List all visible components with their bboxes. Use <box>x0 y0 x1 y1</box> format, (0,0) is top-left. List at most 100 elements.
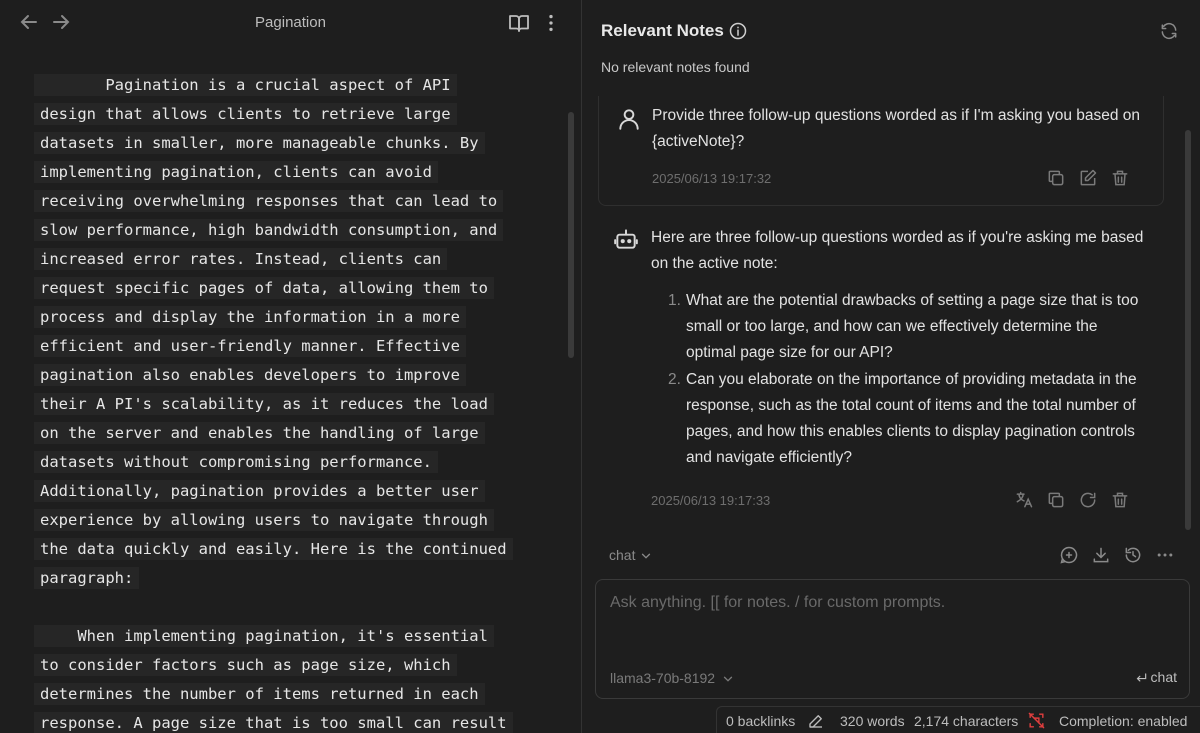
editor-line-text: When implementing pagination, it's essen… <box>34 625 494 647</box>
download-icon[interactable] <box>1091 545 1111 565</box>
editor-line-text: request specific pages of data, allowing… <box>34 277 494 299</box>
editor-line-text: determines the number of items returned … <box>34 683 485 705</box>
more-horizontal-icon[interactable] <box>1155 545 1175 565</box>
user-icon <box>619 109 639 130</box>
copy-icon[interactable] <box>1046 168 1066 188</box>
new-chat-icon[interactable] <box>1059 545 1079 565</box>
list-item-number: 2. <box>668 371 681 388</box>
editor-line: request specific pages of data, allowing… <box>34 274 534 303</box>
assistant-message: Here are three follow-up questions worde… <box>598 222 1164 527</box>
send-button[interactable]: chat <box>1134 669 1177 685</box>
copilot-pane: Relevant Notes No relevant notes found P… <box>582 0 1200 733</box>
user-message-timestamp: 2025/06/13 19:17:32 <box>652 171 772 186</box>
editor-line-text: increased error rates. Instead, clients … <box>34 248 448 270</box>
editor-line: paragraph: <box>34 564 534 593</box>
editor-line-text: pagination also enables developers to im… <box>34 364 466 386</box>
editor-line: implementing pagination, clients can avo… <box>34 158 534 187</box>
info-icon[interactable] <box>728 21 748 41</box>
editor-line: process and display the information in a… <box>34 303 534 332</box>
paragraph-2: When implementing pagination, it's essen… <box>34 622 534 733</box>
pencil-icon[interactable] <box>807 712 825 730</box>
edit-icon[interactable] <box>1078 168 1098 188</box>
list-item: 2. Can you elaborate on the importance of… <box>668 367 1148 471</box>
editor-content[interactable]: Pagination is a crucial aspect of API des… <box>0 44 570 733</box>
chat-input[interactable] <box>610 594 1170 654</box>
chat-mode-select[interactable]: chat <box>609 547 653 563</box>
editor-line-text: receiving overwhelming responses that ca… <box>34 190 504 212</box>
more-vertical-icon[interactable] <box>540 11 562 35</box>
editor-line-text: response. A page size that is too small … <box>34 712 513 733</box>
editor-line-text: their A PI's scalability, as it reduces … <box>34 393 494 415</box>
regenerate-icon[interactable] <box>1078 490 1098 510</box>
editor-line: datasets without compromising performanc… <box>34 448 534 477</box>
word-count: 320 words <box>840 713 905 729</box>
assistant-message-intro: Here are three follow-up questions worde… <box>651 229 1144 272</box>
book-open-icon[interactable] <box>507 11 531 35</box>
chat-messages: Provide three follow-up questions worded… <box>582 96 1200 530</box>
copy-icon[interactable] <box>1046 490 1066 510</box>
backlinks-count[interactable]: 0 backlinks <box>726 713 795 729</box>
model-select[interactable]: llama3-70b-8192 <box>610 670 735 686</box>
editor-line: their A PI's scalability, as it reduces … <box>34 390 534 419</box>
chat-input-box: llama3-70b-8192 chat <box>595 579 1190 699</box>
paragraph-1: Pagination is a crucial aspect of API des… <box>34 71 534 593</box>
editor-line: datasets in smaller, more manageable chu… <box>34 129 534 158</box>
list-item-text: Can you elaborate on the importance of p… <box>686 371 1137 466</box>
editor-line: receiving overwhelming responses that ca… <box>34 187 534 216</box>
refresh-icon[interactable] <box>1159 21 1179 41</box>
chat-scrollbar[interactable] <box>1185 130 1191 530</box>
editor-line: slow performance, high bandwidth consump… <box>34 216 534 245</box>
editor-line-text: slow performance, high bandwidth consump… <box>34 219 504 241</box>
list-item-number: 1. <box>668 292 681 309</box>
trash-icon[interactable] <box>1110 168 1130 188</box>
editor-line: experience by allowing users to navigate… <box>34 506 534 535</box>
editor-line-text: experience by allowing users to navigate… <box>34 509 494 531</box>
editor-line-text: datasets without compromising performanc… <box>34 451 438 473</box>
editor-line-text: design that allows clients to retrieve l… <box>34 103 457 125</box>
translate-icon[interactable] <box>1014 490 1034 510</box>
editor-line-text: Additionally, pagination provides a bett… <box>34 480 485 502</box>
editor-line-text: on the server and enables the handling o… <box>34 422 485 444</box>
character-count: 2,174 characters <box>914 713 1019 729</box>
editor-line-text: efficient and user-friendly manner. Effe… <box>34 335 466 357</box>
editor-scrollbar[interactable] <box>568 112 574 358</box>
model-label: llama3-70b-8192 <box>610 670 716 686</box>
editor-line: Additionally, pagination provides a bett… <box>34 477 534 506</box>
chevron-down-icon <box>642 553 651 559</box>
editor-line: increased error rates. Instead, clients … <box>34 245 534 274</box>
editor-line: response. A page size that is too small … <box>34 709 534 733</box>
chevron-down-icon <box>723 676 733 682</box>
editor-line-text: to consider factors such as page size, w… <box>34 654 457 676</box>
send-label: chat <box>1150 669 1177 685</box>
list-item: 1. What are the potential drawbacks of se… <box>668 288 1148 366</box>
editor-line: on the server and enables the handling o… <box>34 419 534 448</box>
history-icon[interactable] <box>1123 545 1143 565</box>
completion-off-icon[interactable] <box>1027 711 1046 730</box>
editor-line: to consider factors such as page size, w… <box>34 651 534 680</box>
user-message: Provide three follow-up questions worded… <box>598 96 1164 206</box>
document-title: Pagination <box>255 14 326 31</box>
user-message-text: Provide three follow-up questions worded… <box>652 107 1141 150</box>
editor-line-text: Pagination is a crucial aspect of API <box>34 74 457 96</box>
trash-icon[interactable] <box>1110 490 1130 510</box>
editor-line: determines the number of items returned … <box>34 680 534 709</box>
bot-icon <box>614 229 638 249</box>
editor-line: pagination also enables developers to im… <box>34 361 534 390</box>
status-bar: 0 backlinks 320 words 2,174 characters C… <box>716 706 1200 733</box>
list-item-text: What are the potential drawbacks of sett… <box>686 292 1139 361</box>
chat-mode-label: chat <box>609 547 636 563</box>
editor-pane: Pagination Pagination is a crucial aspec… <box>0 0 581 733</box>
editor-line: Pagination is a crucial aspect of API <box>34 71 534 100</box>
enter-icon <box>1136 673 1146 682</box>
editor-header: Pagination <box>0 0 581 44</box>
relevant-notes-title: Relevant Notes <box>601 21 724 40</box>
relevant-notes-empty: No relevant notes found <box>601 59 750 75</box>
editor-line: the data quickly and easily. Here is the… <box>34 535 534 564</box>
editor-line-text: paragraph: <box>34 567 140 589</box>
editor-line: When implementing pagination, it's essen… <box>34 622 534 651</box>
editor-line-text: implementing pagination, clients can avo… <box>34 161 438 183</box>
assistant-message-timestamp: 2025/06/13 19:17:33 <box>651 493 771 508</box>
completion-status[interactable]: Completion: enabled <box>1059 713 1187 729</box>
editor-line-text: process and display the information in a… <box>34 306 466 328</box>
editor-line-text: the data quickly and easily. Here is the… <box>34 538 513 560</box>
